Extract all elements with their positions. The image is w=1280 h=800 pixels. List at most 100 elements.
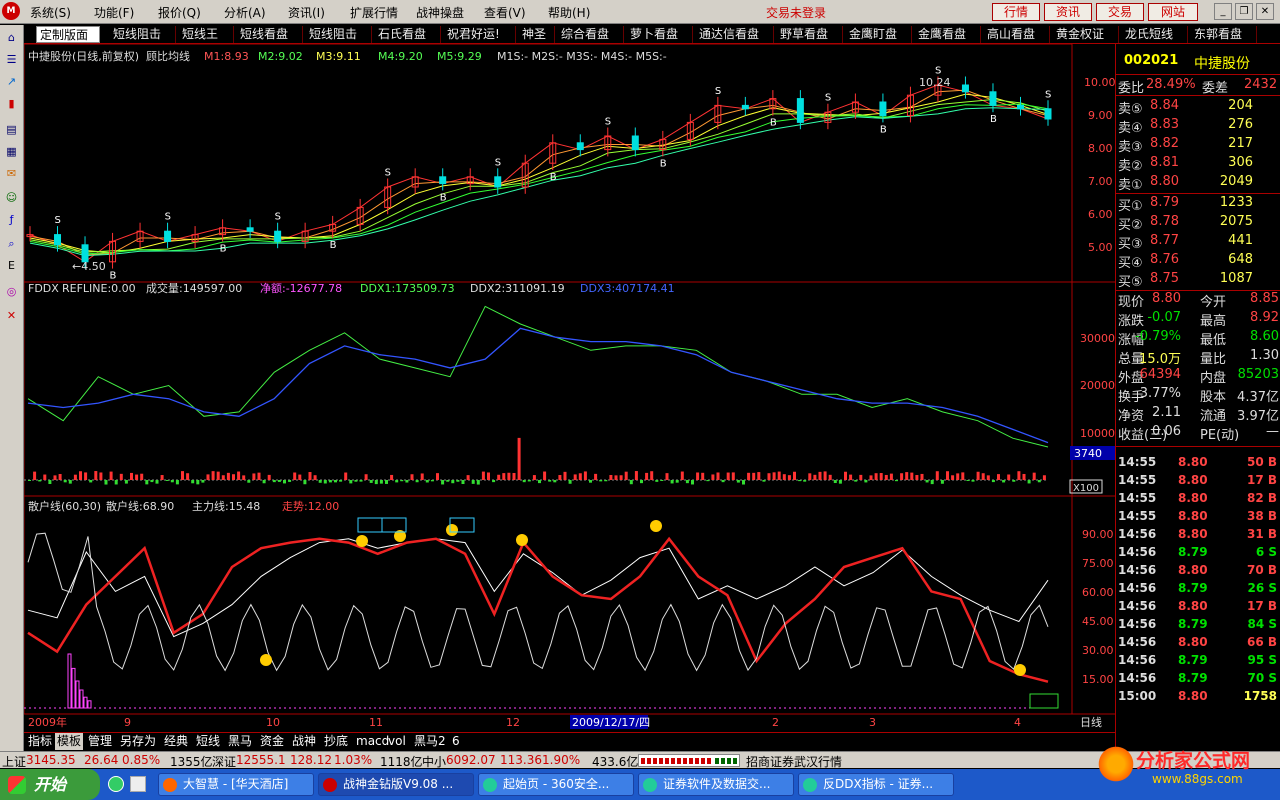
- menu-extended[interactable]: 扩展行情: [350, 4, 398, 21]
- task-360-browser[interactable]: 起始页 - 360安全...: [478, 773, 634, 796]
- tick-time: 14:56: [1118, 671, 1157, 685]
- options-icon[interactable]: ✕: [3, 307, 20, 324]
- chart-frame: [24, 44, 1073, 715]
- btab-save-as[interactable]: 另存为: [120, 733, 156, 750]
- menu-zhanshen[interactable]: 战神操盘: [416, 4, 464, 21]
- btab-vol[interactable]: vol: [388, 733, 406, 750]
- btab-heima[interactable]: 黑马: [228, 733, 252, 750]
- quicklaunch-360-icon[interactable]: [108, 776, 124, 792]
- ddx-net-bar: [272, 480, 276, 483]
- minimize-icon[interactable]: _: [1214, 3, 1232, 20]
- btab-classic[interactable]: 经典: [164, 733, 188, 750]
- tab-gaoshan[interactable]: 高山看盘: [984, 26, 1050, 43]
- kline-icon[interactable]: ▮: [3, 95, 20, 112]
- list-icon[interactable]: ☰: [3, 51, 20, 68]
- ddx-net-bar: [706, 480, 710, 482]
- btab-indicator[interactable]: 指标: [28, 733, 52, 750]
- ddx-net-bar: [232, 474, 235, 480]
- tab-eagle-monitor[interactable]: 金鹰盯盘: [846, 26, 912, 43]
- line-chart-icon[interactable]: ↗: [3, 73, 20, 90]
- date-label: 3: [869, 716, 876, 729]
- stat-row: 涨幅 -0.79% 最低 8.60: [1116, 328, 1280, 348]
- menu-analysis[interactable]: 分析(A): [224, 4, 266, 21]
- signal-icon[interactable]: ◎: [3, 283, 20, 300]
- ddx-net-bar: [206, 474, 210, 480]
- ddx-net-bar: [33, 471, 37, 480]
- btab-manage[interactable]: 管理: [88, 733, 112, 750]
- home-icon[interactable]: ⌂: [3, 29, 20, 46]
- tab-eagle-watch[interactable]: 金鹰看盘: [915, 26, 981, 43]
- menu-system[interactable]: 系统(S): [30, 4, 71, 21]
- task-zhanshen[interactable]: 战神金钻版V9.08 ...: [318, 773, 474, 796]
- mail-icon[interactable]: ✉: [3, 165, 20, 182]
- task-label: 起始页 - 360安全...: [503, 777, 610, 791]
- price-axis: 10.00 9.00 8.00 7.00 6.00 5.00: [1084, 76, 1115, 254]
- ddx-tick: 10000: [1080, 427, 1115, 440]
- chart-area[interactable]: 中捷股份(日线,前复权) 顾比均线 M1:8.93 M2:9.02 M3:9.1…: [24, 44, 1115, 732]
- btab-macd[interactable]: macd: [356, 733, 389, 750]
- task-label: 大智慧 - [华天酒店]: [183, 777, 289, 791]
- date-label: 11: [369, 716, 383, 729]
- price-tick: 9.00: [1088, 109, 1113, 122]
- ddx-net-bar: [99, 472, 103, 480]
- tab-yecao[interactable]: 野草看盘: [777, 26, 843, 43]
- tab-gold-warrant[interactable]: 黄金权证: [1053, 26, 1119, 43]
- quicklaunch-desktop-icon[interactable]: [130, 776, 146, 792]
- btab-6[interactable]: 6: [452, 733, 460, 750]
- tab-long-short[interactable]: 龙氏短线: [1122, 26, 1188, 43]
- btab-fund[interactable]: 资金: [260, 733, 284, 750]
- ask-volume: 217: [1228, 136, 1253, 151]
- btab-heima2[interactable]: 黑马2: [414, 733, 446, 750]
- ddx-net-bar: [910, 472, 914, 480]
- tab-custom-layout[interactable]: 定制版面: [36, 26, 100, 43]
- tab-short-snipe-2[interactable]: 短线阻击: [306, 26, 372, 43]
- date-axis: 2009年 9 10 11 12 2 3 4: [28, 715, 1021, 729]
- btab-bottom[interactable]: 抄底: [324, 733, 348, 750]
- tab-short-king[interactable]: 短线王: [179, 26, 234, 43]
- tick-volume: 70 B: [1246, 563, 1277, 577]
- tab-tdx[interactable]: 通达信看盘: [696, 26, 774, 43]
- task-ddx-indicator[interactable]: 反DDX指标 - 证券...: [798, 773, 954, 796]
- search-icon[interactable]: ⌕: [3, 235, 20, 252]
- btab-template[interactable]: 模板: [55, 733, 84, 750]
- tab-good-luck[interactable]: 祝君好运!: [444, 26, 516, 43]
- tab-short-snipe[interactable]: 短线阻击: [110, 26, 176, 43]
- watermark-url: www.88gs.com: [1152, 772, 1243, 786]
- quote-button[interactable]: 行情: [992, 3, 1040, 21]
- stat-label: PE(动): [1200, 428, 1240, 443]
- menu-info[interactable]: 资讯(I): [288, 4, 325, 21]
- etf-icon[interactable]: E: [3, 257, 20, 274]
- menu-view[interactable]: 查看(V): [484, 4, 526, 21]
- task-dazhihui[interactable]: 大智慧 - [华天酒店]: [158, 773, 314, 796]
- formula-icon[interactable]: ƒ: [3, 211, 20, 228]
- ma-short-values: M1S:- M2S:- M3S:- M4S:- M5S:-: [497, 50, 667, 63]
- report-icon[interactable]: ▤: [3, 121, 20, 138]
- info-button[interactable]: 资讯: [1044, 3, 1092, 21]
- index-status-bar: 上证 3145.35 26.64 0.85% 1355亿 深证 12555.1 …: [0, 751, 1280, 769]
- bid-price: 8.77: [1150, 233, 1179, 248]
- menu-function[interactable]: 功能(F): [94, 4, 134, 21]
- tab-shi-watch[interactable]: 石氏看盘: [375, 26, 441, 43]
- btab-short[interactable]: 短线: [196, 733, 220, 750]
- tab-dongguo[interactable]: 东郭看盘: [1191, 26, 1257, 43]
- tick-volume: 17 B: [1246, 473, 1277, 487]
- trade-button[interactable]: 交易: [1096, 3, 1144, 21]
- task-securities-forum[interactable]: 证券软件及数据交...: [638, 773, 794, 796]
- tab-luobo[interactable]: 萝卜看盘: [627, 26, 693, 43]
- tab-short-watch[interactable]: 短线看盘: [237, 26, 303, 43]
- tab-comprehensive[interactable]: 综合看盘: [558, 26, 624, 43]
- users-icon[interactable]: ☺: [3, 189, 20, 206]
- table-icon[interactable]: ▦: [3, 143, 20, 160]
- ddx-tick: 20000: [1080, 379, 1115, 392]
- money-bag-icon: [260, 654, 272, 666]
- menu-quote[interactable]: 报价(Q): [158, 4, 201, 21]
- website-button[interactable]: 网站: [1148, 3, 1198, 21]
- period-label[interactable]: 日线: [1080, 715, 1102, 729]
- ddx-net-bar: [1012, 480, 1016, 482]
- menu-help[interactable]: 帮助(H): [548, 4, 590, 21]
- candle-body: [961, 84, 969, 93]
- btab-zhanshen[interactable]: 战神: [292, 733, 316, 750]
- close-icon[interactable]: ✕: [1256, 3, 1274, 20]
- tab-shensheng[interactable]: 神圣: [519, 26, 555, 43]
- restore-icon[interactable]: ❐: [1235, 3, 1253, 20]
